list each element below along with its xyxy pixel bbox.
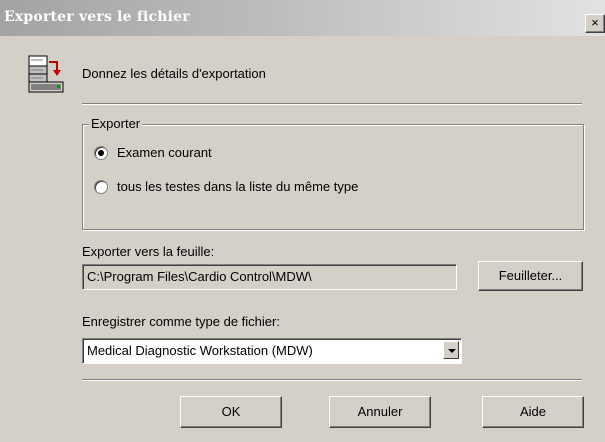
destination-label: Exporter vers la feuille:	[82, 244, 215, 259]
export-database-icon	[27, 54, 67, 96]
radio-selected-dot	[98, 150, 104, 156]
destination-path-field[interactable]: C:\Program Files\Cardio Control\MDW\	[82, 264, 457, 290]
radio-current-exam[interactable]	[94, 146, 108, 160]
export-dialog: Exporter vers le fichier × Donnez les dé…	[0, 0, 605, 442]
browse-button[interactable]: Feuilleter...	[478, 261, 583, 291]
help-button-label: Aide	[519, 404, 547, 419]
header-text: Donnez les détails d'exportation	[82, 66, 266, 81]
cancel-button[interactable]: Annuler	[329, 396, 431, 428]
file-type-select[interactable]: Medical Diagnostic Workstation (MDW)	[82, 338, 462, 364]
divider-top	[82, 103, 582, 105]
chevron-down-icon[interactable]	[443, 341, 459, 359]
file-type-label: Enregistrer comme type de fichier:	[82, 314, 280, 329]
close-button[interactable]: ×	[585, 14, 605, 33]
help-button[interactable]: Aide	[482, 396, 584, 428]
export-groupbox	[82, 124, 584, 230]
divider-bottom	[82, 379, 582, 381]
ok-button-label: OK	[221, 404, 241, 419]
radio-all-tests[interactable]	[94, 180, 108, 194]
radio-label-all-tests[interactable]: tous les testes dans la liste du même ty…	[117, 179, 358, 194]
radio-label-current-exam[interactable]: Examen courant	[117, 145, 212, 160]
ok-button[interactable]: OK	[180, 396, 282, 428]
title-bar[interactable]: Exporter vers le fichier ×	[0, 0, 605, 36]
destination-path-value: C:\Program Files\Cardio Control\MDW\	[87, 269, 312, 284]
window-title: Exporter vers le fichier	[4, 9, 190, 25]
browse-button-label: Feuilleter...	[498, 268, 563, 283]
export-group-legend: Exporter	[89, 116, 143, 131]
file-type-selected-value: Medical Diagnostic Workstation (MDW)	[87, 343, 313, 358]
cancel-button-label: Annuler	[357, 404, 403, 419]
